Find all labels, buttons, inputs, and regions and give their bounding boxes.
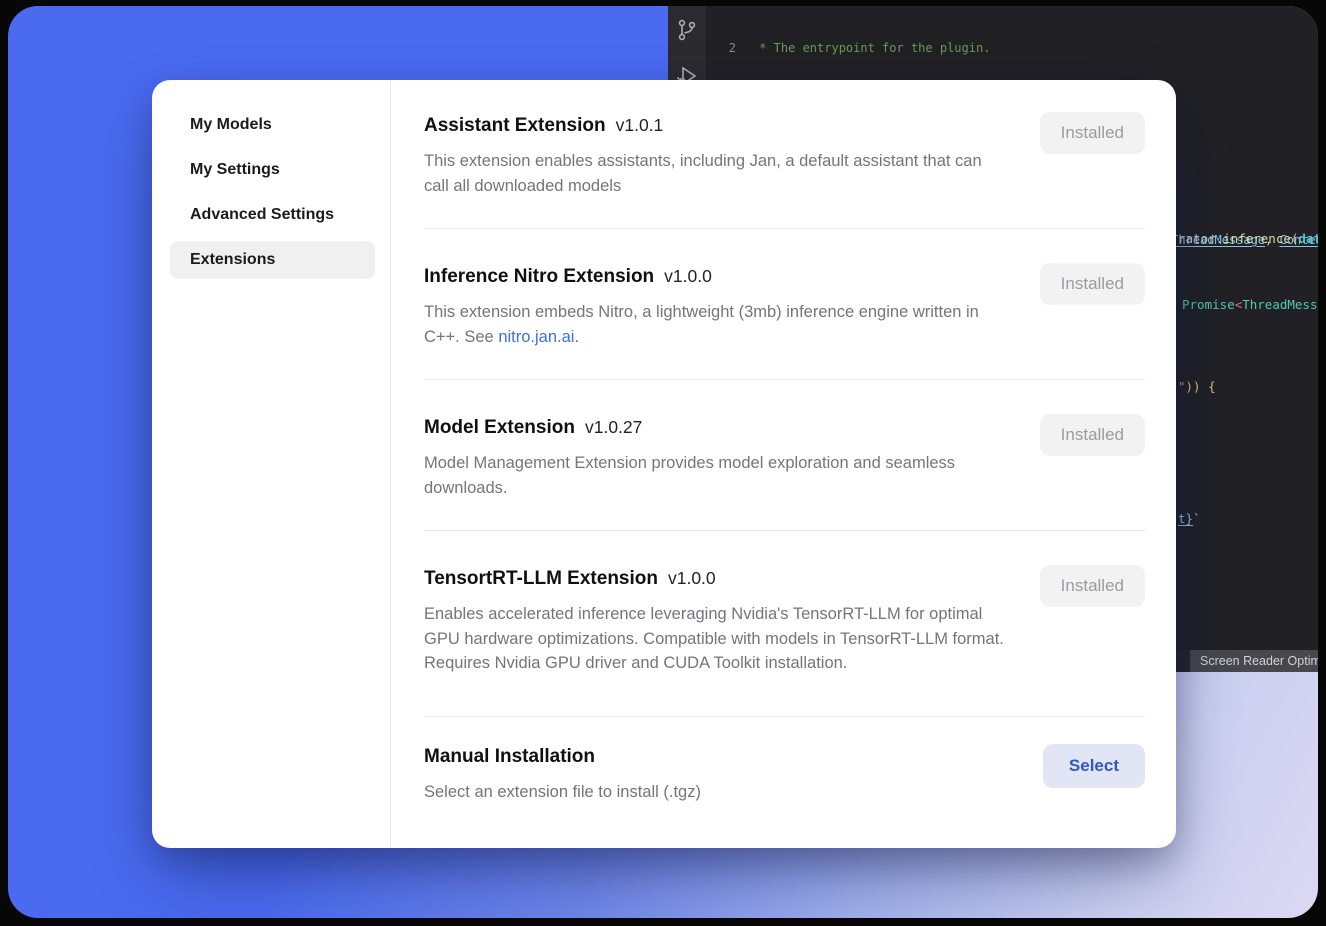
extension-row: Model Extension v1.0.27 Model Management … (424, 380, 1145, 531)
extension-version: v1.0.1 (616, 115, 664, 135)
settings-sidebar: My Models My Settings Advanced Settings … (152, 80, 391, 848)
extension-name: TensortRT-LLM Extension (424, 568, 658, 589)
extension-info: TensortRT-LLM Extension v1.0.0 Enables ac… (424, 565, 1006, 676)
extension-version: v1.0.0 (664, 266, 712, 286)
extension-info: Manual Installation Select an extension … (424, 744, 701, 805)
extension-name: Manual Installation (424, 746, 595, 767)
extension-description: This extension enables assistants, inclu… (424, 149, 1006, 198)
settings-modal: My Models My Settings Advanced Settings … (152, 80, 1176, 848)
code-token: t} (1178, 511, 1193, 526)
sidebar-item-advanced-settings[interactable]: Advanced Settings (170, 196, 375, 234)
extension-row: TensortRT-LLM Extension v1.0.0 Enables ac… (424, 531, 1145, 717)
sidebar-item-my-settings[interactable]: My Settings (170, 151, 375, 189)
installed-button[interactable]: Installed (1040, 414, 1145, 456)
code-fragment: Promise<ThreadMessage> (1182, 297, 1318, 312)
code-token: ThreadMessage (1242, 297, 1318, 312)
app-window: 2 * The entrypoint for the plugin. 3 */ … (8, 6, 1318, 918)
extension-info: Inference Nitro Extension v1.0.0 This ext… (424, 263, 1006, 349)
source-control-icon[interactable] (675, 18, 699, 42)
code-token: Promise (1182, 297, 1235, 312)
manual-installation-title: Manual Installation (424, 744, 701, 770)
extension-description: Enables accelerated inference leveraging… (424, 602, 1006, 676)
code-token: )) { (1186, 379, 1216, 394)
code-text: * The entrypoint for the plugin. (752, 40, 990, 56)
extension-row: Assistant Extension v1.0.1 This extension… (424, 92, 1145, 229)
select-file-button[interactable]: Select (1043, 744, 1145, 788)
extensions-list: Assistant Extension v1.0.1 This extension… (391, 80, 1176, 848)
manual-installation-row: Manual Installation Select an extension … (424, 717, 1145, 825)
sidebar-item-my-models[interactable]: My Models (170, 106, 375, 144)
nitro-jan-ai-link[interactable]: nitro.jan.ai. (498, 328, 579, 346)
sidebar-item-extensions[interactable]: Extensions (170, 241, 375, 279)
code-token: data (1298, 231, 1318, 246)
extension-row: Inference Nitro Extension v1.0.0 This ext… (424, 229, 1145, 380)
code-fragment: ")) { (1178, 379, 1216, 394)
extension-title: TensortRT-LLM Extension v1.0.0 (424, 565, 1006, 592)
code-token: " (1178, 379, 1186, 394)
code-line: 2 * The entrypoint for the plugin. (706, 40, 1318, 56)
extension-version: v1.0.27 (585, 417, 642, 437)
code-token: rator. (1178, 231, 1223, 246)
screen-reader-mode-indicator[interactable]: Screen Reader Optimized (1190, 650, 1318, 672)
extension-description: Model Management Extension provides mode… (424, 451, 1006, 500)
code-fragment: t}` (1178, 511, 1201, 526)
extension-info: Model Extension v1.0.27 Model Management … (424, 414, 1006, 500)
code-token: inference (1223, 231, 1291, 246)
installed-button[interactable]: Installed (1040, 112, 1145, 154)
code-fragment: rator.inference(data)); (1178, 231, 1318, 246)
extension-name: Model Extension (424, 417, 575, 438)
extension-info: Assistant Extension v1.0.1 This extension… (424, 112, 1006, 198)
line-number: 2 (706, 40, 736, 56)
installed-button[interactable]: Installed (1040, 263, 1145, 305)
extension-version: v1.0.0 (668, 568, 716, 588)
extension-title: Inference Nitro Extension v1.0.0 (424, 263, 1006, 290)
extension-description: This extension embeds Nitro, a lightweig… (424, 300, 1006, 349)
code-token: ` (1193, 511, 1201, 526)
extension-name: Assistant Extension (424, 115, 606, 136)
page-background: 2 * The entrypoint for the plugin. 3 */ … (0, 0, 1326, 926)
manual-installation-description: Select an extension file to install (.tg… (424, 780, 701, 805)
extension-title: Model Extension v1.0.27 (424, 414, 1006, 441)
extension-title: Assistant Extension v1.0.1 (424, 112, 1006, 139)
extension-name: Inference Nitro Extension (424, 266, 654, 287)
installed-button[interactable]: Installed (1040, 565, 1145, 607)
